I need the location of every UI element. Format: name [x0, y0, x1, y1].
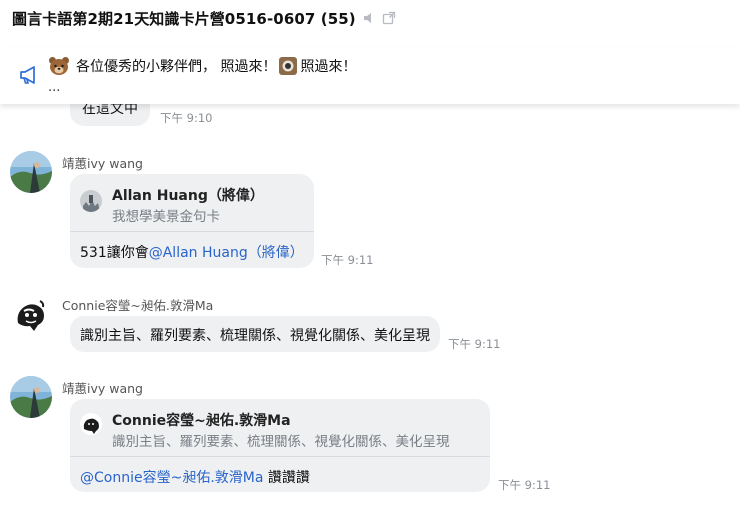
- message-text: 識別主旨、羅列要素、梳理關係、視覺化關係、美化呈現: [80, 328, 430, 344]
- quoted-message[interactable]: Allan Huang（將偉） 我想學美景金句卡: [70, 174, 314, 232]
- sender-name: 靖蕙ivy wang: [62, 381, 143, 396]
- sender-name: Connie容瑩~昶佑.敦滑Ma: [62, 298, 214, 313]
- quoted-message[interactable]: Connie容瑩~昶佑.敦滑Ma 識別主旨、羅列要素、梳理關係、視覺化關係、美化…: [70, 399, 490, 457]
- announcement-ellipsis[interactable]: ...: [48, 80, 60, 95]
- reply-bubble[interactable]: Allan Huang（將偉） 我想學美景金句卡 531讓你會@Allan Hu…: [70, 174, 314, 268]
- announcement-text-part-2: 照過來！: [300, 59, 357, 75]
- announcement-text-part-1: 各位優秀的小夥伴們， 照過來！: [76, 59, 277, 75]
- avatar[interactable]: [10, 376, 52, 418]
- avatar[interactable]: [10, 293, 52, 335]
- message-bubble[interactable]: 識別主旨、羅列要素、梳理關係、視覺化關係、美化呈現: [70, 316, 440, 352]
- announcement-text: 各位優秀的小夥伴們， 照過來！ 照過來！: [48, 56, 356, 76]
- reply-suffix: 讚讚讚: [263, 470, 310, 486]
- message-time: 下午 9:11: [448, 337, 501, 351]
- quoted-avatar: [80, 413, 102, 435]
- reply-text: @Connie容瑩~昶佑.敦滑Ma 讚讚讚: [80, 467, 310, 487]
- message-time: 下午 9:11: [321, 253, 374, 267]
- bear-emoji-icon: [48, 56, 70, 76]
- reply-bubble[interactable]: Connie容瑩~昶佑.敦滑Ma 識別主旨、羅列要素、梳理關係、視覺化關係、美化…: [70, 399, 490, 492]
- megaphone-icon: [18, 64, 40, 86]
- announcement-banner[interactable]: 各位優秀的小夥伴們， 照過來！ 照過來！ ...: [0, 48, 740, 104]
- quoted-avatar: [80, 190, 102, 212]
- quoted-sender: Connie容瑩~昶佑.敦滑Ma: [112, 413, 291, 429]
- quoted-text: 我想學美景金句卡: [112, 209, 220, 225]
- mention-link[interactable]: @Connie容瑩~昶佑.敦滑Ma: [80, 470, 263, 486]
- quoted-text: 識別主旨、羅列要素、梳理關係、視覺化關係、美化呈現: [112, 434, 450, 450]
- message-time: 下午 9:10: [160, 111, 213, 125]
- quoted-sender: Allan Huang（將偉）: [112, 188, 264, 204]
- avatar[interactable]: [10, 151, 52, 193]
- message-time: 下午 9:11: [498, 478, 551, 492]
- reply-text: 531讓你會@Allan Huang（將偉）: [80, 242, 304, 262]
- camera-emoji-icon: [278, 56, 298, 76]
- sender-name: 靖蕙ivy wang: [62, 156, 143, 171]
- mention-link[interactable]: @Allan Huang（將偉）: [149, 245, 304, 261]
- reply-prefix: 531讓你會: [80, 245, 149, 261]
